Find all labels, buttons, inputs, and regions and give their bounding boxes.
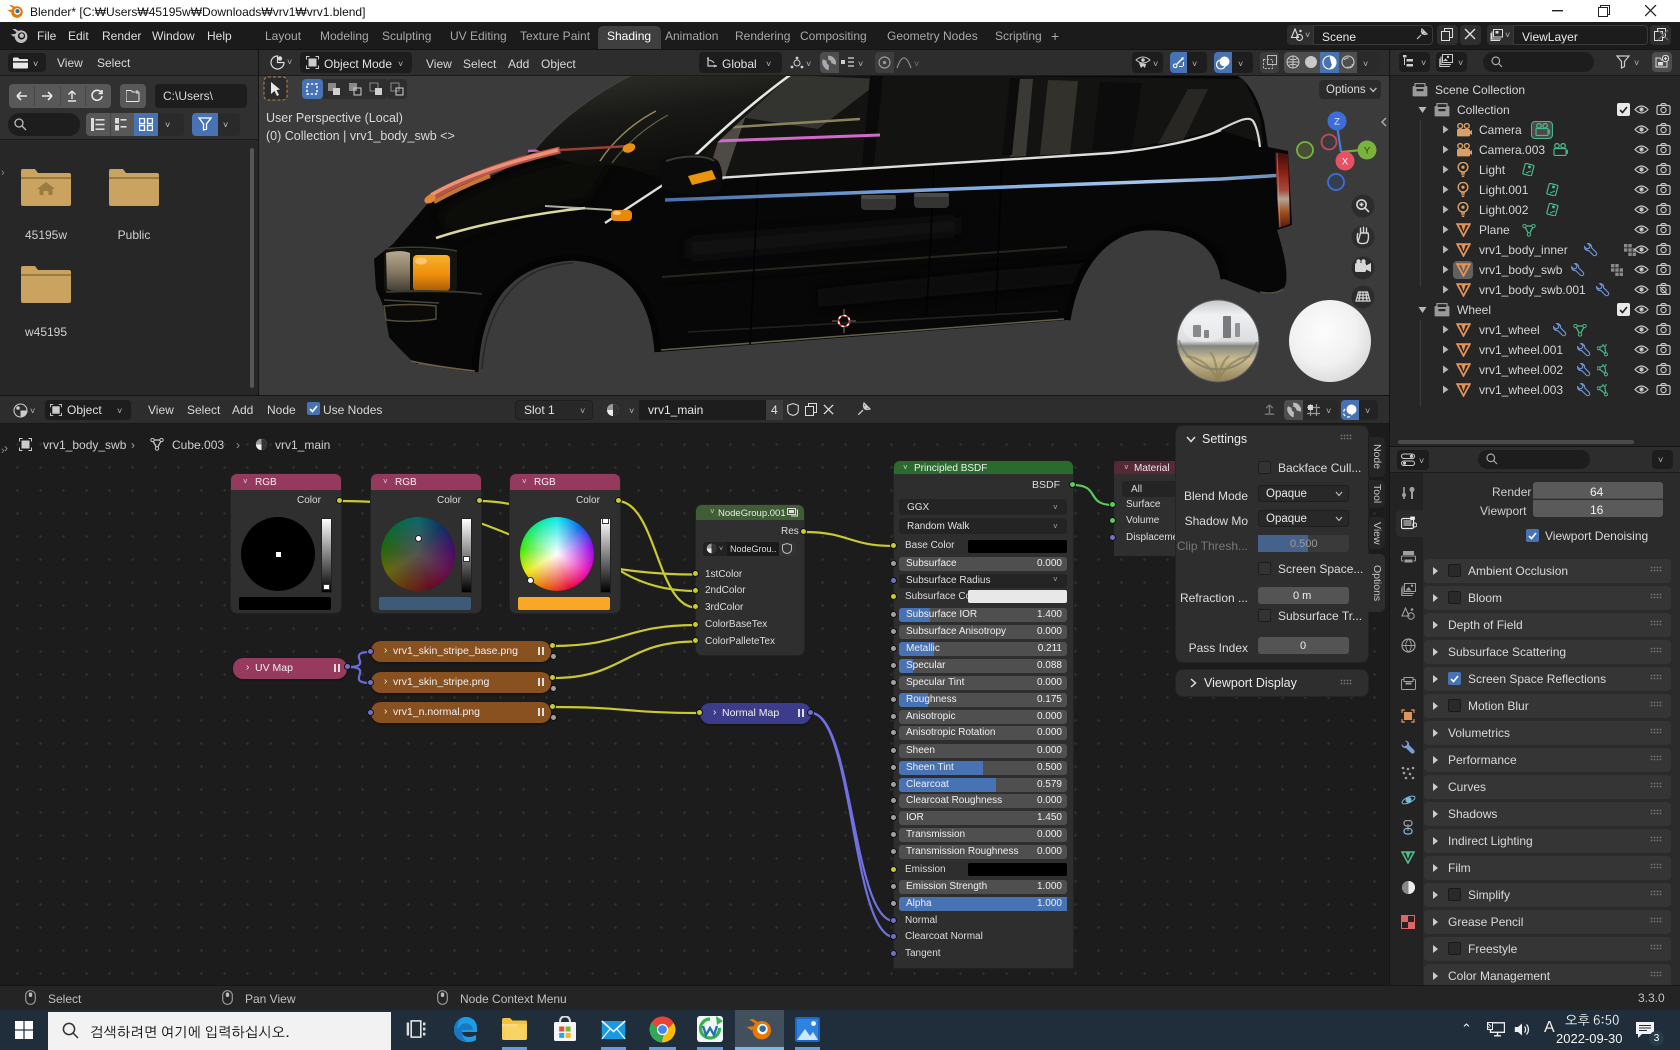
svg-text:Options: Options bbox=[1326, 84, 1366, 96]
svg-text:Z: Z bbox=[1334, 117, 1340, 128]
svg-text:(0) Collection | vrv1_body_swb: (0) Collection | vrv1_body_swb <> bbox=[266, 129, 455, 143]
svg-text:X: X bbox=[1342, 157, 1349, 168]
svg-text:Y: Y bbox=[1364, 146, 1371, 157]
svg-text:User Perspective (Local): User Perspective (Local) bbox=[266, 111, 403, 125]
